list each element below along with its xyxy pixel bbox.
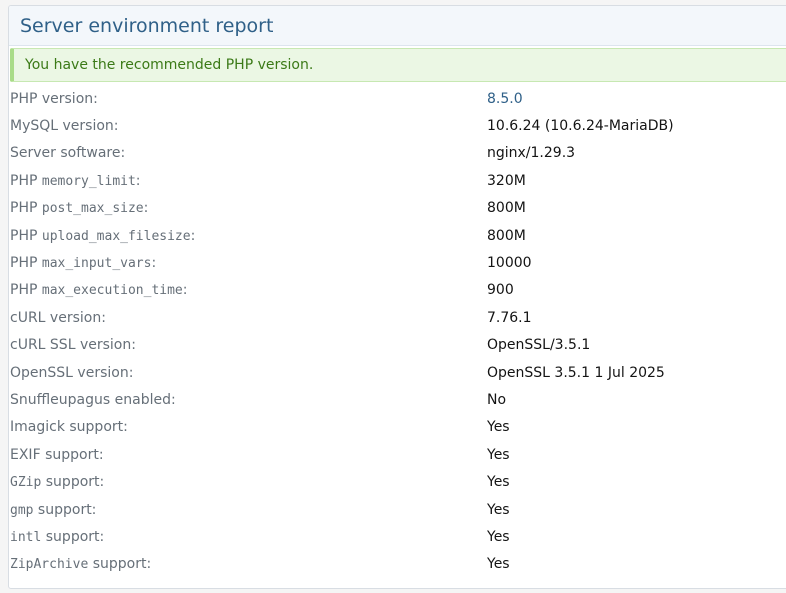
- table-row: Imagick support: Yes: [0, 414, 786, 441]
- table-row: MySQL version: 10.6.24 (10.6.24-MariaDB): [0, 112, 786, 139]
- row-label: MySQL version:: [10, 118, 119, 135]
- row-value: OpenSSL/3.5.1: [487, 337, 591, 354]
- table-row: PHP version: 8.5.0: [0, 85, 786, 112]
- table-row: Snuffleupagus enabled: No: [0, 386, 786, 413]
- table-row: Server software: nginx/1.29.3: [0, 140, 786, 167]
- row-label: PHP memory_limit:: [10, 172, 141, 189]
- php-version-link[interactable]: 8.5.0: [487, 91, 523, 107]
- row-label: cURL SSL version:: [10, 337, 136, 354]
- row-label: PHP version:: [10, 90, 98, 107]
- table-row: PHP memory_limit: 320M: [0, 167, 786, 194]
- row-value: Yes: [487, 419, 510, 436]
- row-value: 7.76.1: [487, 309, 532, 326]
- row-label: PHP upload_max_filesize:: [10, 227, 196, 244]
- row-label: Snuffleupagus enabled:: [10, 391, 176, 408]
- table-row: cURL version: 7.76.1: [0, 304, 786, 331]
- row-value: Yes: [487, 446, 510, 463]
- row-label: cURL version:: [10, 309, 106, 326]
- row-label: gmp support:: [10, 501, 97, 518]
- row-label: intl support:: [10, 528, 105, 545]
- row-value: No: [487, 391, 507, 408]
- table-row: OpenSSL version: OpenSSL 3.5.1 1 Jul 202…: [0, 359, 786, 386]
- row-label: GZip support:: [10, 474, 105, 491]
- row-value: Yes: [487, 474, 510, 491]
- table-row: cURL SSL version: OpenSSL/3.5.1: [0, 332, 786, 359]
- row-value: 800M: [487, 227, 526, 244]
- row-value: 900: [487, 282, 514, 299]
- row-value: Yes: [487, 556, 510, 573]
- row-value: Yes: [487, 528, 510, 545]
- table-row: PHP max_input_vars: 10000: [0, 249, 786, 276]
- table-row: EXIF support: Yes: [0, 441, 786, 468]
- php-version-notice: You have the recommended PHP version.: [10, 48, 786, 82]
- row-label: Server software:: [10, 145, 126, 162]
- notice-text: You have the recommended PHP version.: [25, 57, 314, 73]
- row-label: PHP max_input_vars:: [10, 255, 157, 272]
- row-label: PHP post_max_size:: [10, 200, 149, 217]
- environment-table: PHP version: 8.5.0 MySQL version: 10.6.2…: [0, 85, 786, 578]
- row-value: 320M: [487, 172, 526, 189]
- table-row: ZipArchive support: Yes: [0, 551, 786, 578]
- row-label: Imagick support:: [10, 419, 128, 436]
- table-row: GZip support: Yes: [0, 468, 786, 495]
- row-value: 10000: [487, 255, 532, 272]
- table-row: PHP max_execution_time: 900: [0, 277, 786, 304]
- row-label: PHP max_execution_time:: [10, 282, 188, 299]
- row-value: OpenSSL 3.5.1 1 Jul 2025: [487, 364, 665, 381]
- panel-header: Server environment report: [9, 6, 786, 46]
- row-value: nginx/1.29.3: [487, 145, 576, 162]
- row-label: EXIF support:: [10, 446, 104, 463]
- table-row: intl support: Yes: [0, 523, 786, 550]
- row-label: OpenSSL version:: [10, 364, 134, 381]
- table-row: PHP post_max_size: 800M: [0, 195, 786, 222]
- table-row: PHP upload_max_filesize: 800M: [0, 222, 786, 249]
- row-value: Yes: [487, 501, 510, 518]
- panel-title: Server environment report: [20, 14, 274, 37]
- row-value: 800M: [487, 200, 526, 217]
- row-value: 10.6.24 (10.6.24-MariaDB): [487, 118, 674, 135]
- table-row: gmp support: Yes: [0, 496, 786, 523]
- row-label: ZipArchive support:: [10, 556, 152, 573]
